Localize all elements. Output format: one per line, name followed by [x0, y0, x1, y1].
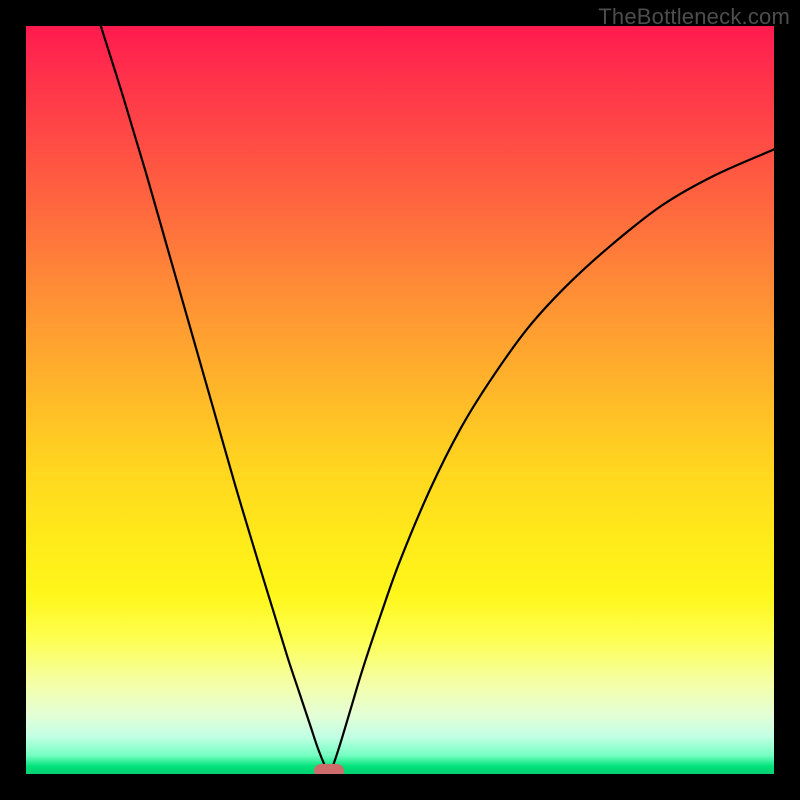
bottleneck-curve-path — [101, 26, 774, 774]
watermark-label: TheBottleneck.com — [598, 4, 790, 30]
plot-area — [26, 26, 774, 774]
chart-canvas: TheBottleneck.com — [0, 0, 800, 800]
curve-layer — [26, 26, 774, 774]
optimum-marker — [314, 764, 344, 774]
